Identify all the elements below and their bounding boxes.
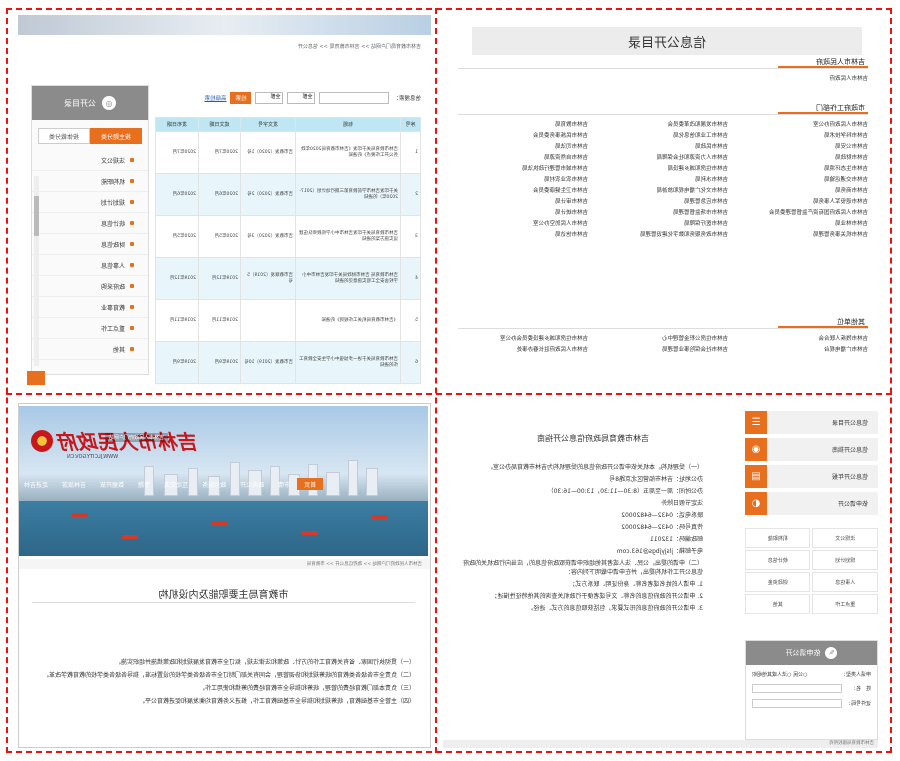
horizontal-divider [6,393,892,395]
vertical-divider [435,8,437,753]
outer-dashed-frame [6,8,892,753]
composite-screenshot: 信息公开目录 吉林市人民政府 吉林市人民政府 市政府工作部门 吉林市人民政府办公… [0,0,900,761]
